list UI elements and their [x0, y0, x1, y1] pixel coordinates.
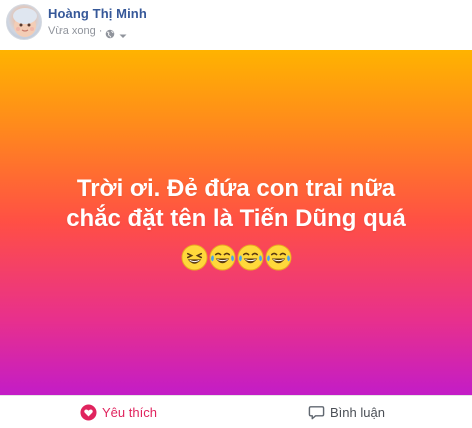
grinning-squint-emoji — [180, 244, 208, 271]
tears-of-joy-emoji — [236, 244, 264, 271]
post-meta: Vừa xong · — [48, 24, 127, 39]
status-text-line-1: Trời ơi. Đẻ đứa con trai nữa — [76, 175, 396, 202]
post-action-bar: Yêu thích Bình luận — [0, 395, 472, 428]
globe-icon[interactable] — [105, 26, 115, 39]
love-reaction-label: Yêu thích — [102, 405, 157, 420]
avatar[interactable] — [6, 4, 42, 40]
caret-down-icon[interactable] — [119, 27, 127, 38]
status-text: Trời ơi. Đẻ đứa con trai nữa chắc đặt tê… — [0, 174, 472, 234]
post-timestamp[interactable]: Vừa xong — [48, 25, 96, 37]
heart-icon — [80, 404, 97, 421]
colored-status-background[interactable]: Trời ơi. Đẻ đứa con trai nữa chắc đặt tê… — [0, 50, 472, 395]
comment-label: Bình luận — [330, 405, 385, 420]
tears-of-joy-emoji — [264, 244, 292, 271]
tears-of-joy-emoji — [208, 244, 236, 271]
emoji-row — [0, 244, 472, 274]
comment-button[interactable]: Bình luận — [308, 396, 385, 428]
post-card: Hoàng Thị Minh Vừa xong · Trời ơi. Đẻ đứ… — [0, 0, 472, 428]
love-reaction-button[interactable]: Yêu thích — [80, 396, 157, 428]
meta-separator: · — [98, 25, 103, 37]
avatar-baby-image — [13, 8, 37, 37]
status-text-line-2: chắc đặt tên là Tiến Dũng quá — [66, 205, 406, 232]
post-header: Hoàng Thị Minh Vừa xong · — [0, 0, 472, 50]
author-name[interactable]: Hoàng Thị Minh — [48, 6, 147, 21]
comment-bubble-icon — [308, 404, 325, 421]
